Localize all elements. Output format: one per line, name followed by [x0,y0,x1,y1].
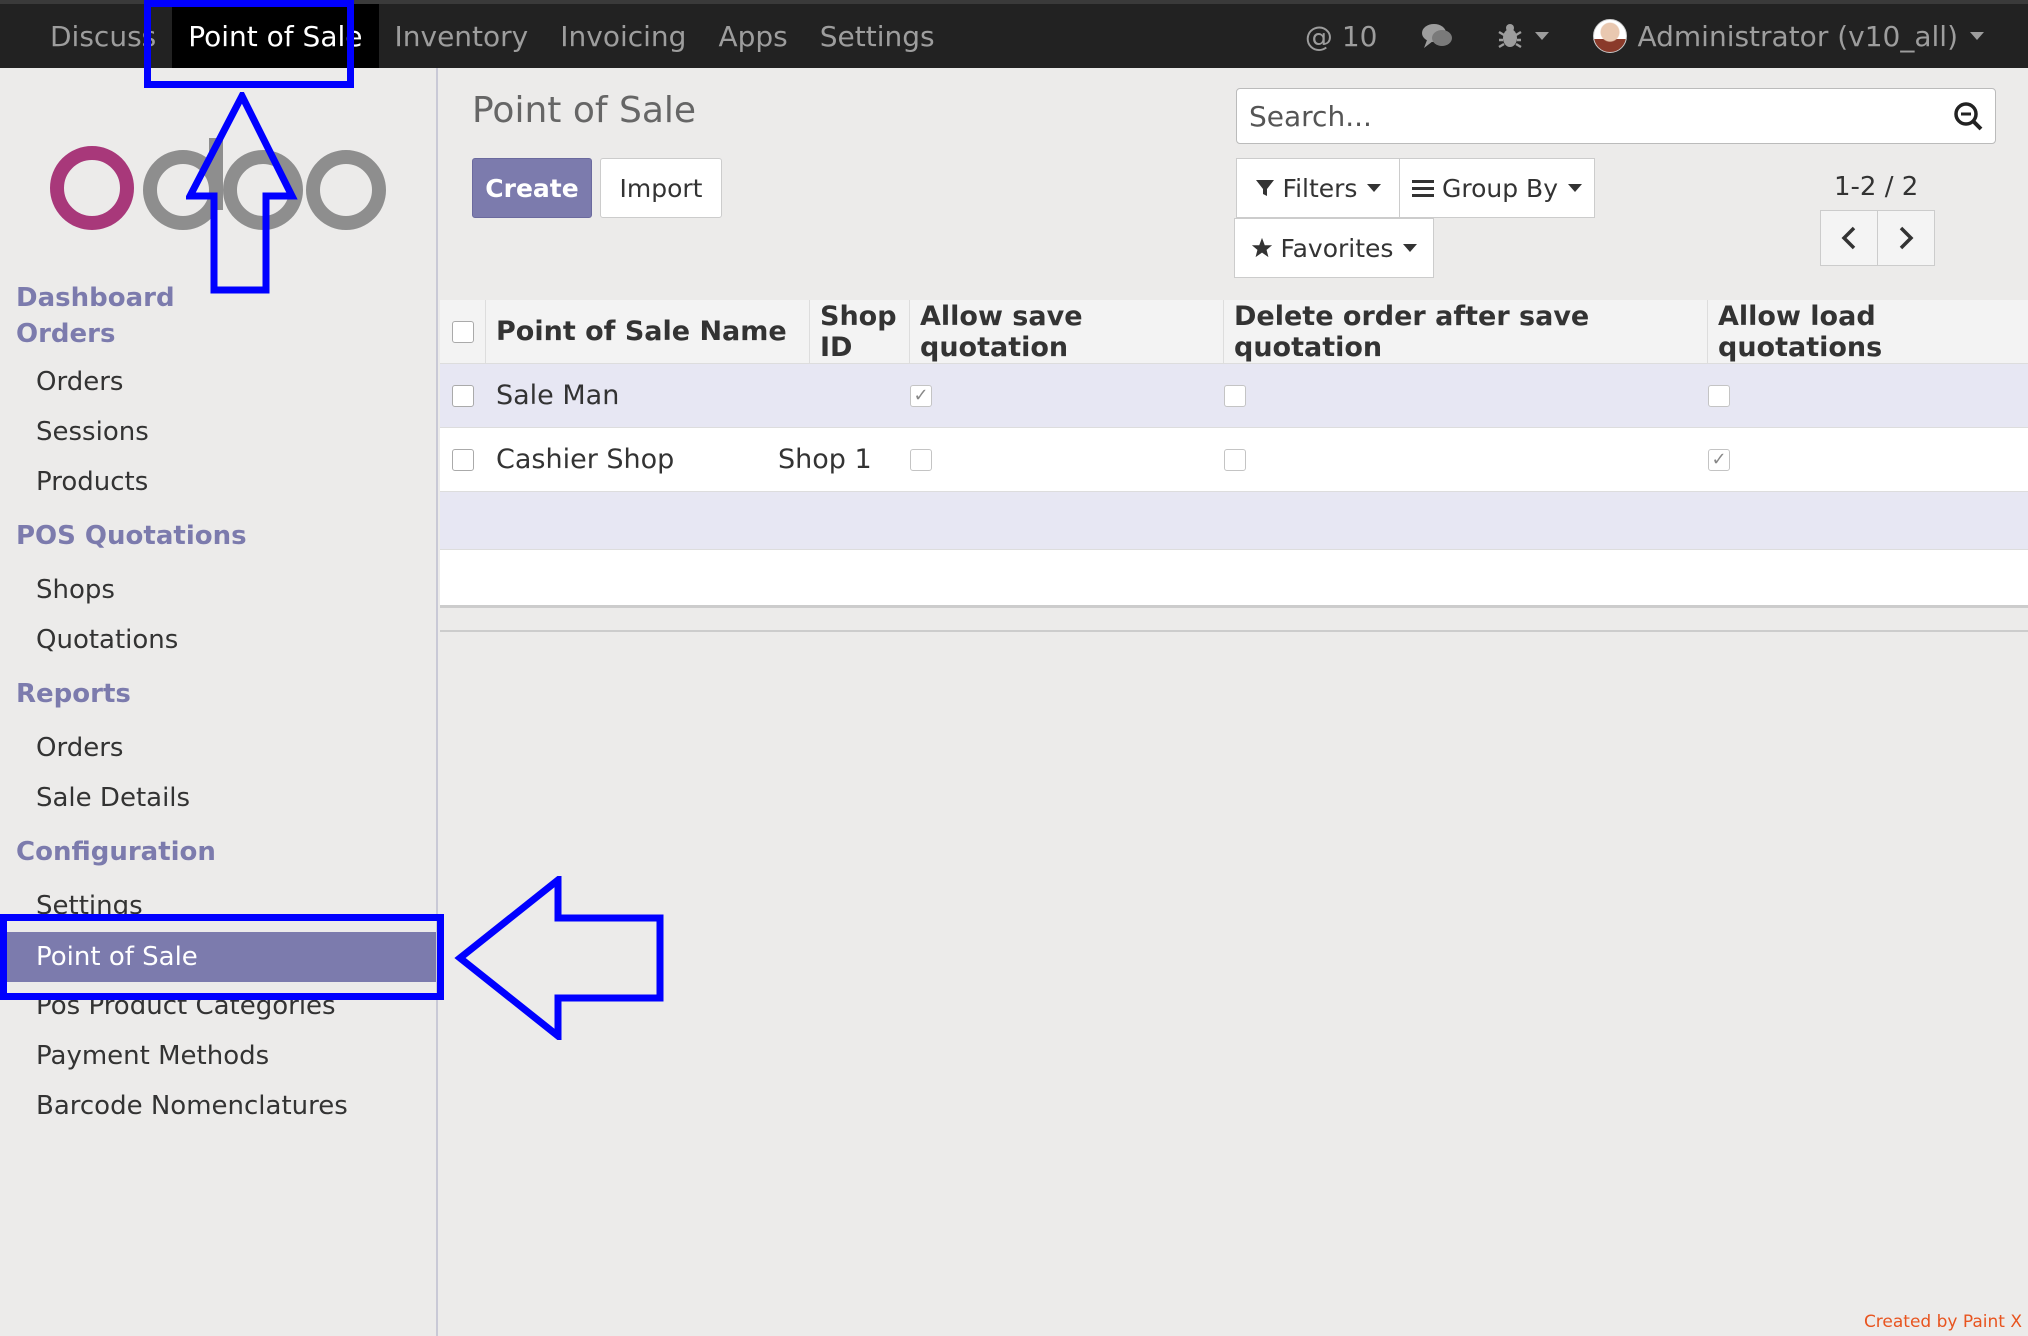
chevron-right-icon [1899,226,1914,250]
chat-icon[interactable] [1421,22,1453,50]
chevron-left-icon [1841,226,1856,250]
search-box [1236,88,1996,144]
page-title: Point of Sale [472,90,697,131]
allow-save-checkbox [910,384,932,407]
pager-value: 1-2 / 2 [1834,172,1919,202]
sidebar-item-sessions[interactable]: Sessions [36,414,149,450]
list-icon [1411,180,1434,197]
chevron-down-icon [1970,32,1984,40]
star-icon [1251,237,1272,258]
section-title-line: Orders [16,319,116,349]
sidebar-item-payment-methods[interactable]: Payment Methods [36,1038,269,1074]
empty-row [440,492,2028,550]
column-header[interactable]: Point of Sale Name [486,300,810,363]
mentions-counter[interactable]: @ 10 [1305,20,1378,53]
select-all-checkbox[interactable] [452,320,474,343]
section-configuration: Configuration [16,837,216,867]
sidebar-item-sale-details[interactable]: Sale Details [36,780,190,816]
section-pos-quotations: POS Quotations [16,521,247,551]
create-button[interactable]: Create [472,158,592,218]
arrow-up-annotation [186,92,298,294]
annotation-highlight-sidebar [0,914,444,1000]
groupby-label: Group By [1441,173,1558,203]
user-name: Administrator (v10_all) [1637,19,1958,53]
arrow-left-annotation [454,876,664,1040]
menu-inventory[interactable]: Inventory [379,4,545,68]
import-button[interactable]: Import [600,158,722,218]
cell-pos-name: Sale Man [496,380,620,411]
allow-load-checkbox [1708,384,1730,407]
menu-invoicing[interactable]: Invoicing [544,4,702,68]
pager-previous-button[interactable] [1820,210,1878,266]
column-header[interactable]: Shop ID [810,300,910,363]
section-dashboard-orders: Dashboard Orders [16,280,175,352]
column-header[interactable]: Allow save quotation [910,300,1224,363]
column-header[interactable]: Allow load quotations [1708,300,2028,363]
pager-next-button[interactable] [1877,210,1935,266]
row-select-checkbox[interactable] [452,448,474,471]
empty-row [440,550,2028,608]
user-menu[interactable]: Administrator (v10_all) [1593,19,1984,53]
delete-order-checkbox [1224,448,1246,471]
filter-icon [1255,180,1274,196]
section-title-line: Dashboard [16,283,175,313]
sidebar-item-report-orders[interactable]: Orders [36,730,123,766]
favorites-label: Favorites [1280,233,1394,263]
table-row[interactable]: Sale Man [440,364,2028,428]
groupby-dropdown[interactable]: Group By [1399,158,1595,218]
main-content: Point of Sale Create Import Filters Grou… [440,68,2028,1336]
watermark: Created by Paint X [1863,1312,2022,1332]
allow-load-checkbox [1708,448,1730,471]
table-header: Point of Sale Name Shop ID Allow save qu… [440,300,2028,364]
search-input[interactable] [1249,97,1929,135]
cell-pos-name: Cashier Shop [496,444,675,475]
annotation-highlight-top [144,0,354,88]
cell-shop-id: Shop 1 [778,444,872,475]
app-menu: Discuss Point of Sale Inventory Invoicin… [0,4,951,68]
sidebar-item-products[interactable]: Products [36,464,148,500]
sidebar-item-barcode-nomenclatures[interactable]: Barcode Nomenclatures [36,1088,348,1124]
table-row[interactable]: Cashier Shop Shop 1 [440,428,2028,492]
menu-apps[interactable]: Apps [702,4,803,68]
search-icon[interactable] [1953,101,1983,131]
allow-save-checkbox [910,448,932,471]
section-reports: Reports [16,679,131,709]
sidebar-item-orders[interactable]: Orders [36,364,123,400]
filters-label: Filters [1282,173,1358,203]
column-header[interactable]: Delete order after save quotation [1224,300,1708,363]
table-footer-divider [440,630,2028,632]
row-select-checkbox[interactable] [452,384,474,407]
favorites-dropdown[interactable]: Favorites [1234,218,1434,278]
debug-bug-icon[interactable] [1497,22,1550,50]
filters-dropdown[interactable]: Filters [1236,158,1400,218]
sidebar-item-shops[interactable]: Shops [36,572,115,608]
delete-order-checkbox [1224,384,1246,407]
sidebar-item-quotations[interactable]: Quotations [36,622,178,658]
avatar [1593,19,1628,53]
menu-settings[interactable]: Settings [804,4,951,68]
